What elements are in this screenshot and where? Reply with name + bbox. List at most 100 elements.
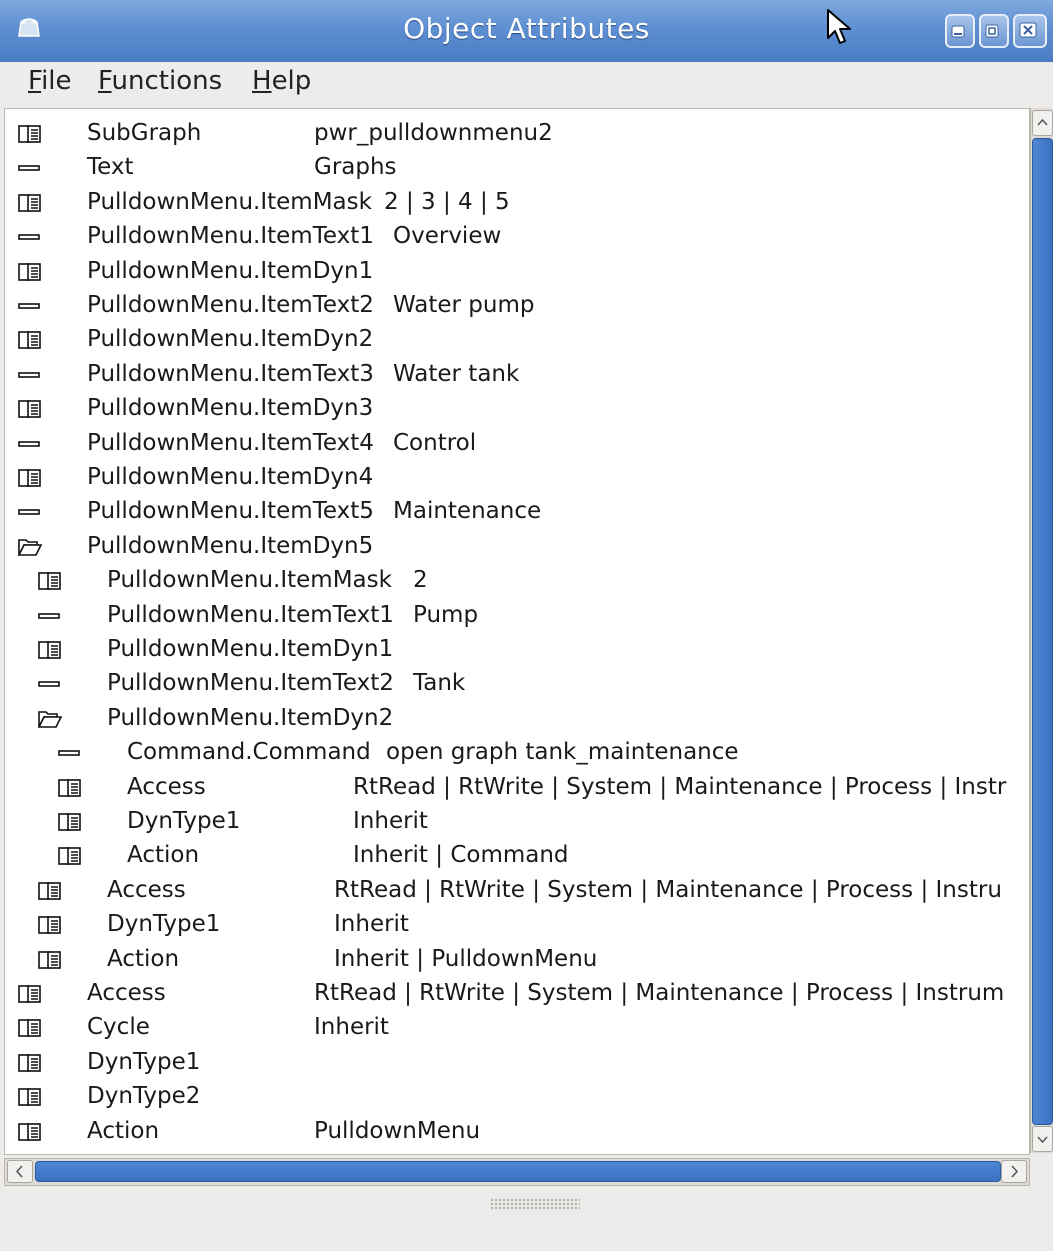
tree-row[interactable]: PulldownMenu.ItemText2 Tank <box>5 667 1025 701</box>
folder-closed-icon[interactable] <box>17 261 43 289</box>
tree-row[interactable]: PulldownMenu.ItemDyn1 <box>5 633 1025 667</box>
attribute-dash-icon[interactable] <box>57 742 83 770</box>
folder-closed-icon[interactable] <box>37 639 63 667</box>
tree-row[interactable]: PulldownMenu.ItemText5 Maintenance <box>5 495 1025 529</box>
attribute-dash-icon[interactable] <box>17 501 43 529</box>
folder-closed-icon[interactable] <box>17 983 43 1011</box>
tree-row[interactable]: PulldownMenu.ItemMask 2 <box>5 564 1025 598</box>
folder-closed-icon[interactable] <box>17 1121 43 1149</box>
tree-row[interactable]: PulldownMenu.ItemDyn4 <box>5 461 1025 495</box>
folder-closed-icon[interactable] <box>17 329 43 357</box>
tree-row[interactable]: Access RtRead | RtWrite | System | Mainte… <box>5 874 1025 908</box>
menu-functions-mnemonic: F <box>98 66 112 96</box>
folder-closed-icon[interactable] <box>17 123 43 151</box>
menu-help-mnemonic: H <box>252 66 272 96</box>
tree-row[interactable]: PulldownMenu.ItemDyn2 <box>5 323 1025 357</box>
maximize-button[interactable] <box>979 14 1009 48</box>
attribute-name: PulldownMenu.ItemDyn1 <box>87 257 374 284</box>
tree-row[interactable]: PulldownMenu.ItemText2 Water pump <box>5 289 1025 323</box>
attribute-name: PulldownMenu.ItemText5 <box>87 498 374 525</box>
horizontal-scroll-thumb[interactable] <box>35 1161 1001 1182</box>
tree-row[interactable]: Access RtRead | RtWrite | System | Mainte… <box>5 977 1025 1011</box>
menu-file-label: ile <box>41 66 72 96</box>
tree-row[interactable]: Cycle Inherit <box>5 1011 1025 1045</box>
tree-row[interactable]: Action Inherit | PulldownMenu <box>5 943 1025 977</box>
attribute-name: DynType1 <box>107 911 221 938</box>
attribute-dash-icon[interactable] <box>17 226 43 254</box>
tree-row[interactable]: SubGraph pwr_pulldownmenu2 <box>5 117 1025 151</box>
resize-grip[interactable] <box>490 1198 580 1210</box>
folder-open-icon[interactable] <box>37 708 63 736</box>
scroll-right-button[interactable] <box>1001 1160 1027 1183</box>
menu-functions[interactable]: Functions <box>98 66 222 96</box>
chevron-left-icon <box>15 1165 23 1178</box>
tree-row[interactable]: DynType1 Inherit <box>5 908 1025 942</box>
folder-closed-icon[interactable] <box>37 570 63 598</box>
attribute-value: pwr_pulldownmenu2 <box>314 120 553 146</box>
attribute-value: 2 | 3 | 4 | 5 <box>384 188 510 215</box>
tree-row[interactable]: Action PulldownMenu <box>5 1115 1025 1149</box>
close-button[interactable] <box>1013 14 1047 48</box>
horizontal-scrollbar[interactable] <box>4 1158 1030 1186</box>
tree-row[interactable]: PulldownMenu.ItemDyn3 <box>5 392 1025 426</box>
menu-file[interactable]: File <box>28 66 72 96</box>
title-bar[interactable]: Object Attributes <box>0 0 1053 63</box>
tree-row[interactable]: PulldownMenu.ItemDyn2 <box>5 702 1025 736</box>
attribute-value: 2 <box>413 567 428 594</box>
folder-closed-icon[interactable] <box>37 914 63 942</box>
tree-row[interactable]: PulldownMenu.ItemText3 Water tank <box>5 358 1025 392</box>
chevron-up-icon <box>1037 118 1048 126</box>
tree-row[interactable]: Command.Command open graph tank_maintenan… <box>5 736 1025 770</box>
mouse-pointer-icon <box>827 9 851 44</box>
tree-row[interactable]: PulldownMenu.ItemMask 2 | 3 | 4 | 5 <box>5 186 1025 220</box>
attribute-dash-icon[interactable] <box>37 673 63 701</box>
folder-closed-icon[interactable] <box>17 1017 43 1045</box>
scroll-up-button[interactable] <box>1032 110 1053 136</box>
tree-row[interactable]: PulldownMenu.ItemText1 Overview <box>5 220 1025 254</box>
attribute-dash-icon[interactable] <box>17 364 43 392</box>
attribute-name: Action <box>107 945 180 972</box>
tree-row[interactable]: PulldownMenu.ItemDyn5 <box>5 530 1025 564</box>
attribute-dash-icon[interactable] <box>17 157 43 185</box>
attribute-dash-icon[interactable] <box>17 433 43 461</box>
attribute-name: Text <box>87 154 134 181</box>
folder-closed-icon[interactable] <box>17 467 43 495</box>
folder-closed-icon[interactable] <box>17 398 43 426</box>
vertical-scroll-thumb[interactable] <box>1032 138 1053 1125</box>
attribute-name: PulldownMenu.ItemDyn1 <box>107 636 394 662</box>
attribute-tree[interactable]: SubGraph pwr_pulldownmenu2 Text Graphs Pulld… <box>4 108 1030 1155</box>
minimize-button[interactable] <box>945 14 975 48</box>
scroll-down-button[interactable] <box>1032 1126 1053 1152</box>
attribute-dash-icon[interactable] <box>17 295 43 323</box>
folder-closed-icon[interactable] <box>37 949 63 977</box>
menu-help[interactable]: Help <box>252 66 311 96</box>
folder-closed-icon[interactable] <box>17 1052 43 1080</box>
folder-closed-icon[interactable] <box>57 777 83 805</box>
attribute-value: Inherit | Command <box>353 842 569 869</box>
attribute-value: Overview <box>393 223 502 250</box>
folder-closed-icon[interactable] <box>57 811 83 839</box>
folder-closed-icon[interactable] <box>17 192 43 220</box>
tree-row[interactable]: PulldownMenu.ItemDyn1 <box>5 255 1025 289</box>
folder-open-icon[interactable] <box>17 536 43 564</box>
tree-row[interactable]: DynType1 Inherit <box>5 805 1025 839</box>
folder-closed-icon[interactable] <box>37 880 63 908</box>
tree-row[interactable]: DynType2 <box>5 1080 1025 1114</box>
tree-row[interactable]: PulldownMenu.ItemText1 Pump <box>5 599 1025 633</box>
vertical-scrollbar[interactable] <box>1030 108 1053 1153</box>
tree-row[interactable]: Action Inherit | Command <box>5 839 1025 873</box>
tree-row[interactable]: Text Graphs <box>5 151 1025 185</box>
attribute-value: Graphs <box>314 154 397 181</box>
menu-help-label: elp <box>271 66 312 96</box>
attribute-name: PulldownMenu.ItemText1 <box>107 601 394 628</box>
scroll-left-button[interactable] <box>7 1160 33 1183</box>
tree-row[interactable]: PulldownMenu.ItemText4 Control <box>5 427 1025 461</box>
folder-closed-icon[interactable] <box>57 845 83 873</box>
attribute-name: PulldownMenu.ItemText4 <box>87 429 374 456</box>
menu-bar: File Functions Help <box>0 62 1053 104</box>
tree-row[interactable]: DynType1 <box>5 1046 1025 1080</box>
folder-closed-icon[interactable] <box>17 1086 43 1114</box>
attribute-dash-icon[interactable] <box>37 605 63 633</box>
attribute-value: Control <box>393 429 477 456</box>
tree-row[interactable]: Access RtRead | RtWrite | System | Mainte… <box>5 771 1025 805</box>
